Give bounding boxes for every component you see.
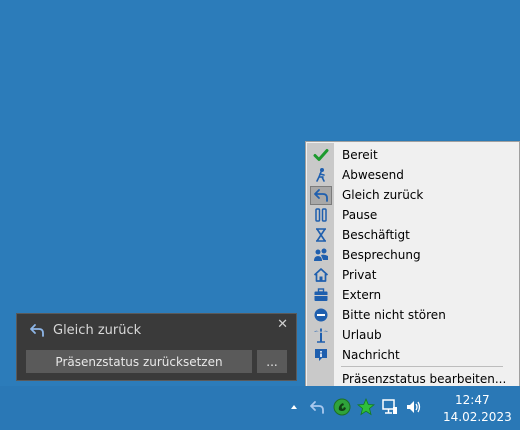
volume-icon[interactable]	[405, 398, 423, 416]
palm-tree-icon	[310, 325, 332, 345]
close-icon[interactable]: ✕	[277, 317, 288, 332]
presence-notification-popup: Gleich zurück ✕ Präsenzstatus zurücksetz…	[16, 313, 297, 381]
menu-item-extern[interactable]: Extern	[307, 285, 518, 305]
menu-item-abwesend[interactable]: Abwesend	[307, 165, 518, 185]
person-away-icon	[310, 165, 332, 185]
menu-item-urlaub[interactable]: Urlaub	[307, 325, 518, 345]
network-tray-icon[interactable]	[381, 398, 399, 416]
do-not-disturb-icon	[310, 305, 332, 325]
menu-item-label: Pause	[342, 208, 378, 222]
reset-presence-button[interactable]: Präsenzstatus zurücksetzen	[26, 350, 252, 373]
menu-item-label: Präsenzstatus bearbeiten...	[342, 372, 507, 386]
menu-item-label: Bereit	[342, 148, 378, 162]
menu-item-beschaeftigt[interactable]: Beschäftigt	[307, 225, 518, 245]
more-options-button[interactable]: ...	[257, 350, 287, 373]
menu-item-pause[interactable]: Pause	[307, 205, 518, 225]
home-icon	[310, 265, 332, 285]
menu-item-gleich-zurueck[interactable]: Gleich zurück	[307, 185, 518, 205]
menu-item-label: Abwesend	[342, 168, 404, 182]
presence-context-menu: Bereit Abwesend Gleich zurück Pause Besc…	[305, 141, 520, 390]
back-arrow-icon	[310, 185, 332, 205]
menu-item-label: Nachricht	[342, 348, 400, 362]
phone-green-tray-icon[interactable]	[333, 398, 351, 416]
message-icon	[310, 345, 332, 365]
menu-item-label: Privat	[342, 268, 377, 282]
menu-item-bitte-nicht-stoeren[interactable]: Bitte nicht stören	[307, 305, 518, 325]
hourglass-icon	[310, 225, 332, 245]
menu-item-label: Beschäftigt	[342, 228, 410, 242]
menu-item-label: Gleich zurück	[342, 188, 424, 202]
meeting-icon	[310, 245, 332, 265]
show-hidden-icons-chevron-icon[interactable]	[285, 398, 303, 416]
menu-item-bereit[interactable]: Bereit	[307, 145, 518, 165]
presence-back-arrow-tray-icon[interactable]	[308, 398, 326, 416]
menu-item-label: Extern	[342, 288, 382, 302]
pause-icon	[310, 205, 332, 225]
taskbar	[0, 386, 520, 430]
menu-item-label: Besprechung	[342, 248, 421, 262]
briefcase-icon	[310, 285, 332, 305]
back-arrow-icon	[29, 322, 45, 342]
menu-item-nachricht[interactable]: Nachricht	[307, 345, 518, 365]
check-icon	[310, 145, 332, 165]
star-tray-icon[interactable]	[357, 398, 375, 416]
clock-date[interactable]: 14.02.2023	[443, 410, 512, 424]
clock-time[interactable]: 12:47	[455, 393, 490, 407]
menu-item-privat[interactable]: Privat	[307, 265, 518, 285]
menu-item-besprechung[interactable]: Besprechung	[307, 245, 518, 265]
menu-item-label: Urlaub	[342, 328, 382, 342]
popup-title: Gleich zurück	[53, 323, 142, 338]
menu-item-label: Bitte nicht stören	[342, 308, 446, 322]
menu-separator	[341, 366, 503, 367]
